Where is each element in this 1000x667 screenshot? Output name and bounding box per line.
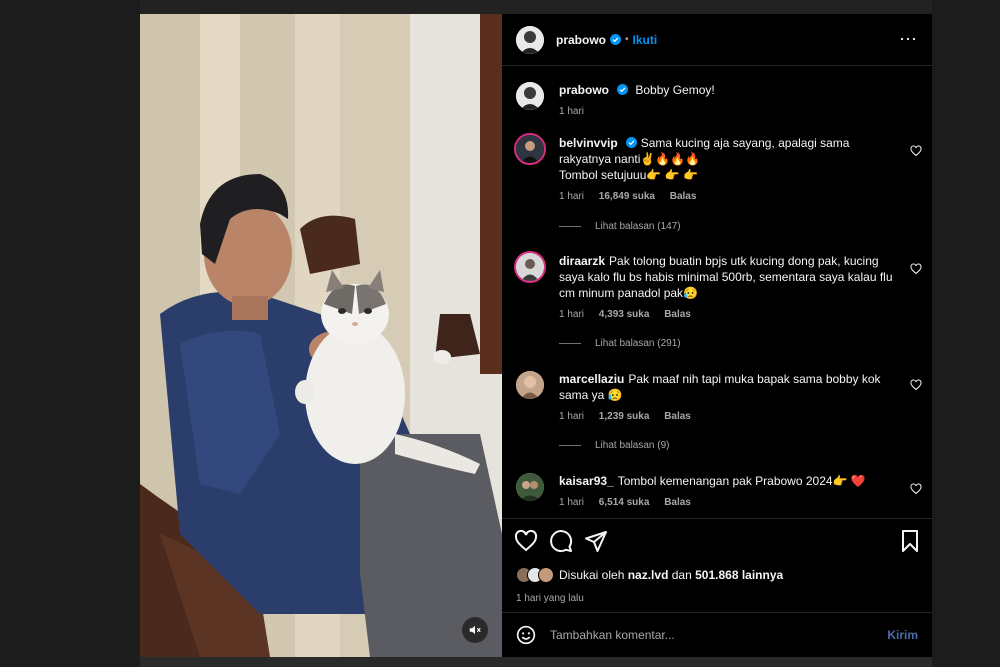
profile-photo-icon — [516, 82, 544, 110]
separator-dot: • — [625, 34, 629, 45]
comment-item: belvinvvip Sama kucing aja sayang, apalag… — [514, 133, 926, 205]
profile-photo-icon — [516, 25, 544, 54]
reply-button[interactable]: Balas — [664, 309, 691, 320]
profile-photo-icon — [516, 473, 544, 501]
backdrop-left — [0, 0, 140, 667]
emoji-icon[interactable] — [516, 625, 536, 645]
reply-button[interactable]: Balas — [664, 497, 691, 508]
speaker-muted-icon — [469, 625, 481, 635]
verified-badge-icon — [610, 34, 621, 45]
post-header: prabowo • Ikuti ⋯ — [502, 14, 932, 66]
likes-user[interactable]: naz.lvd — [628, 568, 669, 582]
mute-button[interactable] — [462, 617, 488, 643]
comment-composer: Kirim — [502, 612, 932, 657]
backdrop-bottom — [140, 657, 932, 667]
heart-outline-icon[interactable] — [910, 379, 922, 391]
comment-item: diraarzk Pak tolong buatin bpjs utk kucin… — [514, 251, 926, 323]
comment-input[interactable] — [550, 628, 888, 642]
reply-button[interactable]: Balas — [664, 411, 691, 422]
comment-time: 1 hari — [559, 309, 585, 320]
post-panel: prabowo • Ikuti ⋯ prabowo Bobby Gemoy! 1… — [502, 14, 932, 657]
comment-time: 1 hari — [559, 497, 585, 508]
view-replies-link[interactable]: Lihat balasan (9) — [559, 440, 670, 451]
comment-time: 1 hari — [559, 411, 585, 422]
comment-text: Pak tolong buatin bpjs utk kucing dong p… — [559, 254, 893, 300]
like-heart-icon[interactable] — [514, 529, 538, 553]
backdrop-top — [140, 0, 932, 14]
likes-summary[interactable]: Disukai oleh naz.lvd dan 501.868 lainnya — [516, 567, 783, 583]
backdrop-right — [932, 0, 1000, 667]
likes-connector: dan — [671, 568, 692, 582]
heart-outline-icon[interactable] — [910, 483, 922, 495]
commenter-avatar[interactable] — [516, 371, 544, 399]
post-video[interactable] — [140, 14, 502, 657]
video-frame — [140, 14, 502, 657]
caption-username[interactable]: prabowo — [559, 83, 609, 97]
comment-like-count[interactable]: 1,239 suka — [599, 411, 650, 422]
likes-count[interactable]: 501.868 lainnya — [695, 568, 783, 582]
author-avatar[interactable] — [516, 25, 544, 54]
follow-button[interactable]: Ikuti — [633, 33, 658, 47]
comment-like-count[interactable]: 16,849 suka — [599, 191, 655, 202]
commenter-avatar[interactable] — [516, 253, 544, 281]
commenter-avatar[interactable] — [516, 135, 544, 163]
comment-item: kaisar93_ Tombol kemenangan pak Prabowo 2… — [516, 473, 926, 511]
liker-avatar — [538, 567, 554, 583]
comments-list: prabowo Bobby Gemoy! 1 hari belvinvvip Sa… — [502, 67, 932, 517]
comment-username[interactable]: marcellaziu — [559, 372, 624, 386]
author-username[interactable]: prabowo — [556, 33, 606, 47]
comment-like-count[interactable]: 4,393 suka — [599, 309, 650, 320]
comment-username[interactable]: kaisar93_ — [559, 474, 614, 488]
comment-time: 1 hari — [559, 191, 585, 202]
share-send-icon[interactable] — [584, 529, 608, 553]
profile-photo-icon — [516, 135, 544, 163]
action-bar — [514, 529, 920, 555]
profile-photo-icon — [516, 371, 544, 399]
comment-text-line2: Tombol setujuuu👉 👉 👉 — [559, 168, 698, 182]
send-comment-button[interactable]: Kirim — [887, 628, 918, 642]
caption: prabowo Bobby Gemoy! 1 hari — [516, 82, 926, 120]
caption-time: 1 hari — [559, 106, 585, 117]
commenter-avatar[interactable] — [516, 473, 544, 501]
heart-outline-icon[interactable] — [910, 145, 922, 157]
view-replies-link[interactable]: Lihat balasan (291) — [559, 338, 681, 349]
comment-text: Tombol kemenangan pak Prabowo 2024👉 ❤️ — [617, 474, 866, 488]
post-timestamp: 1 hari yang lalu — [516, 593, 584, 604]
comment-username[interactable]: belvinvvip — [559, 136, 618, 150]
verified-badge-icon — [625, 137, 637, 148]
likes-prefix: Disukai oleh — [559, 568, 625, 582]
comment-like-count[interactable]: 6,514 suka — [599, 497, 650, 508]
bookmark-icon[interactable] — [898, 529, 922, 553]
comment-item: marcellaziu Pak maaf nih tapi muka bapak … — [516, 371, 926, 425]
profile-photo-icon — [516, 253, 544, 281]
author-avatar[interactable] — [516, 82, 544, 110]
comment-bubble-icon[interactable] — [549, 529, 573, 553]
comment-username[interactable]: diraarzk — [559, 254, 605, 268]
reply-button[interactable]: Balas — [670, 191, 697, 202]
heart-outline-icon[interactable] — [910, 263, 922, 275]
caption-text: Bobby Gemoy! — [635, 83, 715, 97]
verified-badge-icon — [617, 84, 628, 95]
view-replies-link[interactable]: Lihat balasan (147) — [559, 221, 681, 232]
more-horizontal-icon[interactable]: ⋯ — [899, 29, 918, 50]
